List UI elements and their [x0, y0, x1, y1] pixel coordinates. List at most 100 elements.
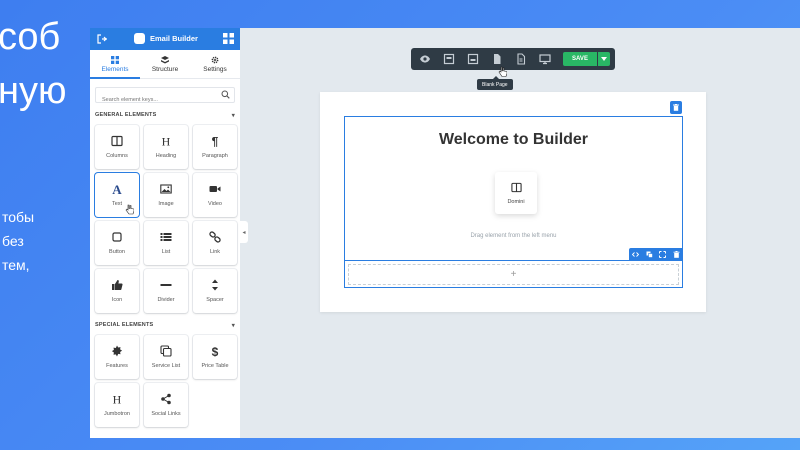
special-elements-title: SPECIAL ELEMENTS	[95, 322, 154, 328]
bg-text-line-4: без	[2, 233, 24, 249]
element-link[interactable]: Link	[193, 221, 237, 265]
code-icon[interactable]	[632, 251, 640, 258]
element-label: Columns	[106, 153, 128, 159]
element-list[interactable]: List	[144, 221, 188, 265]
dragged-element-label: Domini	[507, 198, 525, 205]
columns-icon	[111, 135, 123, 147]
spacer-icon	[212, 279, 218, 291]
plus-icon: +	[510, 269, 517, 280]
share-icon	[161, 393, 171, 405]
tab-structure[interactable]: Structure	[140, 50, 190, 78]
delete-section-button[interactable]	[670, 101, 682, 114]
trash-icon	[673, 104, 679, 111]
element-icon[interactable]: Icon	[95, 269, 139, 313]
bg-text-line-5: тем,	[2, 257, 30, 273]
element-jumbotron[interactable]: H Jumbotron	[95, 383, 139, 427]
element-divider[interactable]: Divider	[144, 269, 188, 313]
element-label: Text	[111, 201, 123, 207]
element-label: Spacer	[206, 297, 224, 303]
service-list-icon	[160, 345, 172, 357]
button-icon	[112, 232, 122, 242]
special-elements-header[interactable]: SPECIAL ELEMENTS ▾	[90, 319, 240, 331]
tab-elements[interactable]: Elements	[90, 50, 140, 79]
video-icon	[209, 186, 221, 192]
element-features[interactable]: Features	[95, 335, 139, 379]
svg-text:A: A	[112, 183, 122, 195]
save-button[interactable]: SAVE	[563, 52, 597, 66]
svg-text:¶: ¶	[212, 135, 219, 147]
element-label: Paragraph	[202, 153, 228, 159]
element-label: Image	[158, 201, 174, 207]
svg-text:H: H	[113, 393, 122, 405]
element-label: Icon	[111, 297, 123, 303]
desktop-icon[interactable]	[539, 53, 551, 65]
general-elements-title: GENERAL ELEMENTS	[95, 112, 157, 118]
tab-settings[interactable]: Settings	[190, 50, 240, 78]
element-image[interactable]: Image	[144, 173, 188, 217]
image-icon	[160, 184, 172, 194]
canvas-heading[interactable]: Welcome to Builder	[345, 131, 682, 149]
email-section[interactable]: Welcome to Builder Domini Drag element f…	[344, 116, 683, 288]
duplicate-icon[interactable]	[646, 251, 653, 258]
element-heading[interactable]: H Heading	[144, 125, 188, 169]
search-input[interactable]	[96, 94, 212, 106]
thumbs-up-icon	[112, 280, 123, 290]
builder-app: Email Builder Elements Structure Setting…	[90, 28, 800, 438]
element-label: Price Table	[201, 363, 229, 369]
element-paragraph[interactable]: ¶ Paragraph	[193, 125, 237, 169]
bg-text-line-2: ную	[0, 70, 67, 112]
gear-star-icon	[111, 345, 123, 357]
general-elements-header[interactable]: GENERAL ELEMENTS ▾	[90, 109, 240, 121]
element-label: Jumbotron	[104, 411, 130, 417]
trash-icon[interactable]	[673, 250, 680, 258]
element-video[interactable]: Video	[193, 173, 237, 217]
chevron-down-icon	[601, 57, 607, 61]
element-label: Divider	[157, 297, 175, 303]
chevron-left-icon: ◂	[242, 229, 246, 236]
element-price-table[interactable]: $ Price Table	[193, 335, 237, 379]
element-label: List	[161, 249, 171, 255]
app-title: Email Builder	[150, 34, 198, 43]
sidebar: Email Builder Elements Structure Setting…	[90, 28, 240, 438]
element-label: Service List	[151, 363, 181, 369]
element-label: Link	[209, 249, 221, 255]
element-text[interactable]: A Text	[95, 173, 139, 217]
eye-icon[interactable]	[419, 53, 431, 65]
bg-text-line-1: соб	[0, 16, 61, 58]
dragged-element[interactable]: Domini	[495, 172, 537, 214]
svg-text:H: H	[162, 135, 171, 147]
element-social-links[interactable]: Social Links	[144, 383, 188, 427]
paragraph-icon: ¶	[212, 135, 219, 147]
columns-icon	[510, 182, 522, 192]
element-button[interactable]: Button	[95, 221, 139, 265]
exit-icon[interactable]	[96, 33, 108, 45]
dollar-icon: $	[212, 345, 219, 357]
sidebar-header: Email Builder	[90, 28, 240, 50]
list-icon	[160, 233, 172, 241]
row-toolbar	[629, 248, 683, 260]
archive-down-icon[interactable]	[467, 53, 479, 65]
svg-text:$: $	[212, 345, 219, 357]
sidebar-collapse-toggle[interactable]: ◂	[240, 221, 248, 243]
document-icon[interactable]	[515, 53, 527, 65]
archive-icon[interactable]	[443, 53, 455, 65]
divider-icon	[160, 284, 172, 286]
add-row-button[interactable]: +	[348, 264, 679, 285]
element-columns[interactable]: Columns	[95, 125, 139, 169]
top-toolbar: SAVE	[411, 48, 615, 70]
jumbotron-icon: H	[113, 393, 122, 405]
blank-page-icon[interactable]	[491, 53, 503, 65]
text-icon: A	[112, 183, 122, 195]
apps-grid-icon[interactable]	[223, 33, 234, 44]
caret-down-icon: ▾	[231, 112, 235, 119]
app-logo-icon	[134, 33, 145, 44]
element-spacer[interactable]: Spacer	[193, 269, 237, 313]
save-options-button[interactable]	[598, 52, 610, 66]
row-divider	[345, 260, 682, 261]
drag-hint: Drag element from the left menu	[470, 233, 557, 239]
move-icon[interactable]	[659, 250, 667, 258]
element-search	[95, 87, 235, 106]
element-label: Social Links	[151, 411, 181, 417]
element-service-list[interactable]: Service List	[144, 335, 188, 379]
caret-down-icon: ▾	[231, 322, 235, 329]
